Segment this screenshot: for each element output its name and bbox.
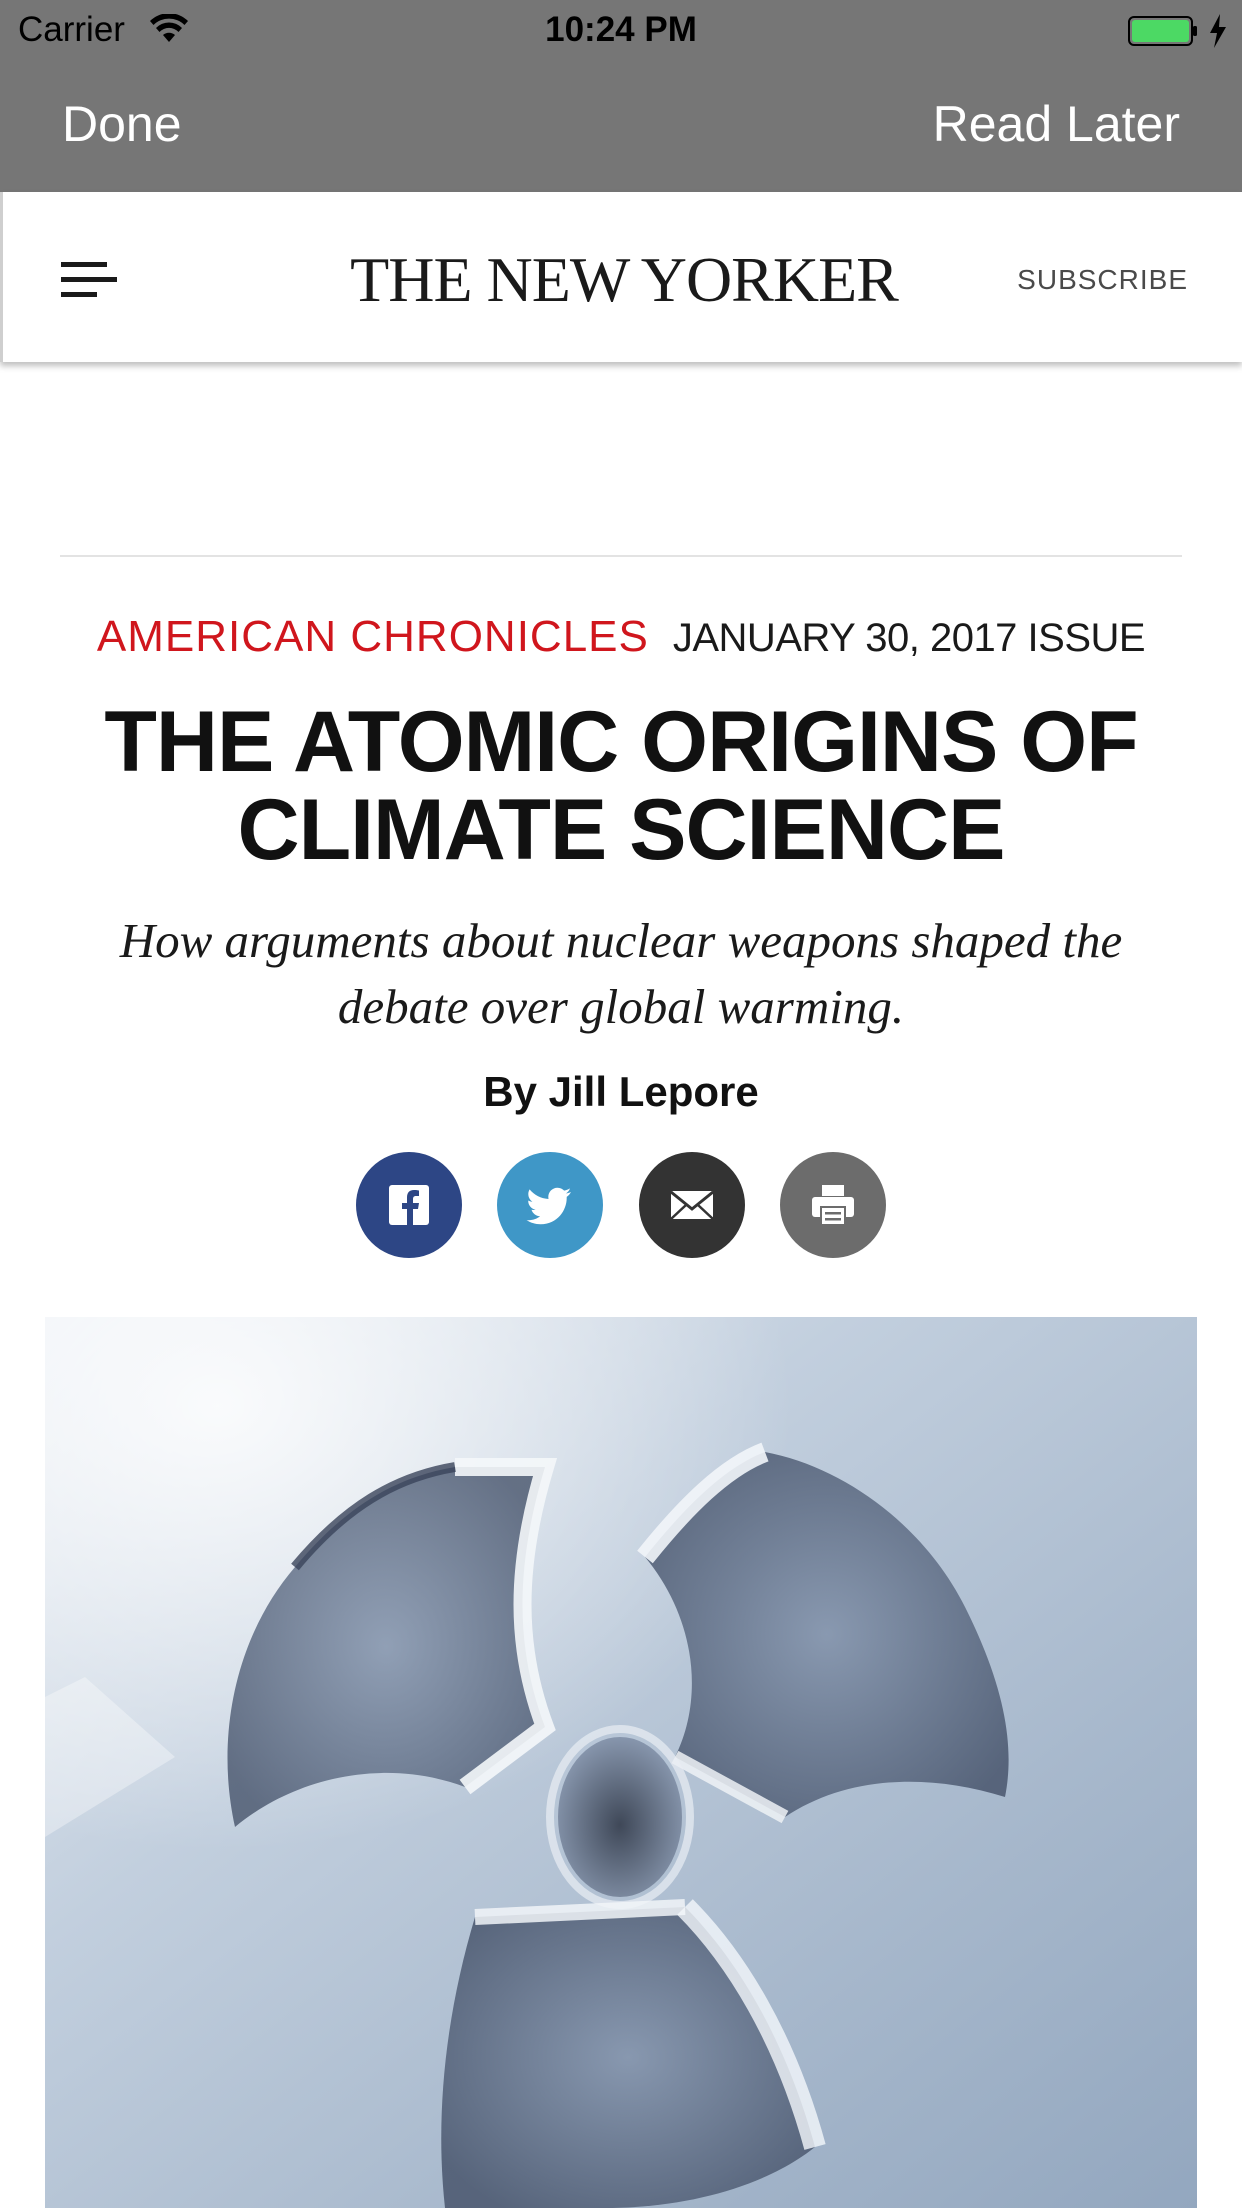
issue-date[interactable]: JANUARY 30, 2017 ISSUE xyxy=(673,616,1146,660)
print-icon xyxy=(812,1185,854,1226)
facebook-icon xyxy=(389,1185,429,1225)
article-dek: How arguments about nuclear weapons shap… xyxy=(119,913,1123,1034)
share-email-button[interactable] xyxy=(639,1152,745,1258)
app-screen: Carrier 10:24 PM Done Read Later THE NEW… xyxy=(0,0,1242,2208)
battery-icon xyxy=(1128,16,1197,46)
site-header: THE NEW YORKER SUBSCRIBE xyxy=(0,192,1242,362)
subscribe-link[interactable]: SUBSCRIBE xyxy=(1017,262,1188,298)
share-facebook-button[interactable] xyxy=(356,1152,462,1258)
author-link[interactable]: Jill Lepore xyxy=(549,1068,759,1115)
divider xyxy=(60,555,1182,557)
clock: 10:24 PM xyxy=(545,10,697,49)
browser-toolbar: Done Read Later xyxy=(0,60,1242,192)
byline: By Jill Lepore xyxy=(0,1062,1242,1122)
twitter-icon xyxy=(526,1187,571,1225)
article-meta: AMERICAN CHRONICLES JANUARY 30, 2017 ISSU… xyxy=(0,612,1242,662)
done-button[interactable]: Done xyxy=(62,94,182,154)
rubric-link[interactable]: AMERICAN CHRONICLES xyxy=(97,612,649,661)
radiation-symbol-image xyxy=(45,1317,1197,2208)
status-bar: Carrier 10:24 PM xyxy=(0,0,1242,60)
share-print-button[interactable] xyxy=(780,1152,886,1258)
read-later-button[interactable]: Read Later xyxy=(933,94,1180,154)
share-twitter-button[interactable] xyxy=(497,1152,603,1258)
share-buttons xyxy=(356,1152,886,1258)
hero-image xyxy=(45,1317,1197,2208)
article-headline: THE ATOMIC ORIGINS OF CLIMATE SCIENCE xyxy=(104,694,1138,878)
email-icon xyxy=(670,1190,714,1220)
charging-bolt-icon xyxy=(1210,14,1226,48)
byline-prefix: By xyxy=(483,1068,537,1115)
